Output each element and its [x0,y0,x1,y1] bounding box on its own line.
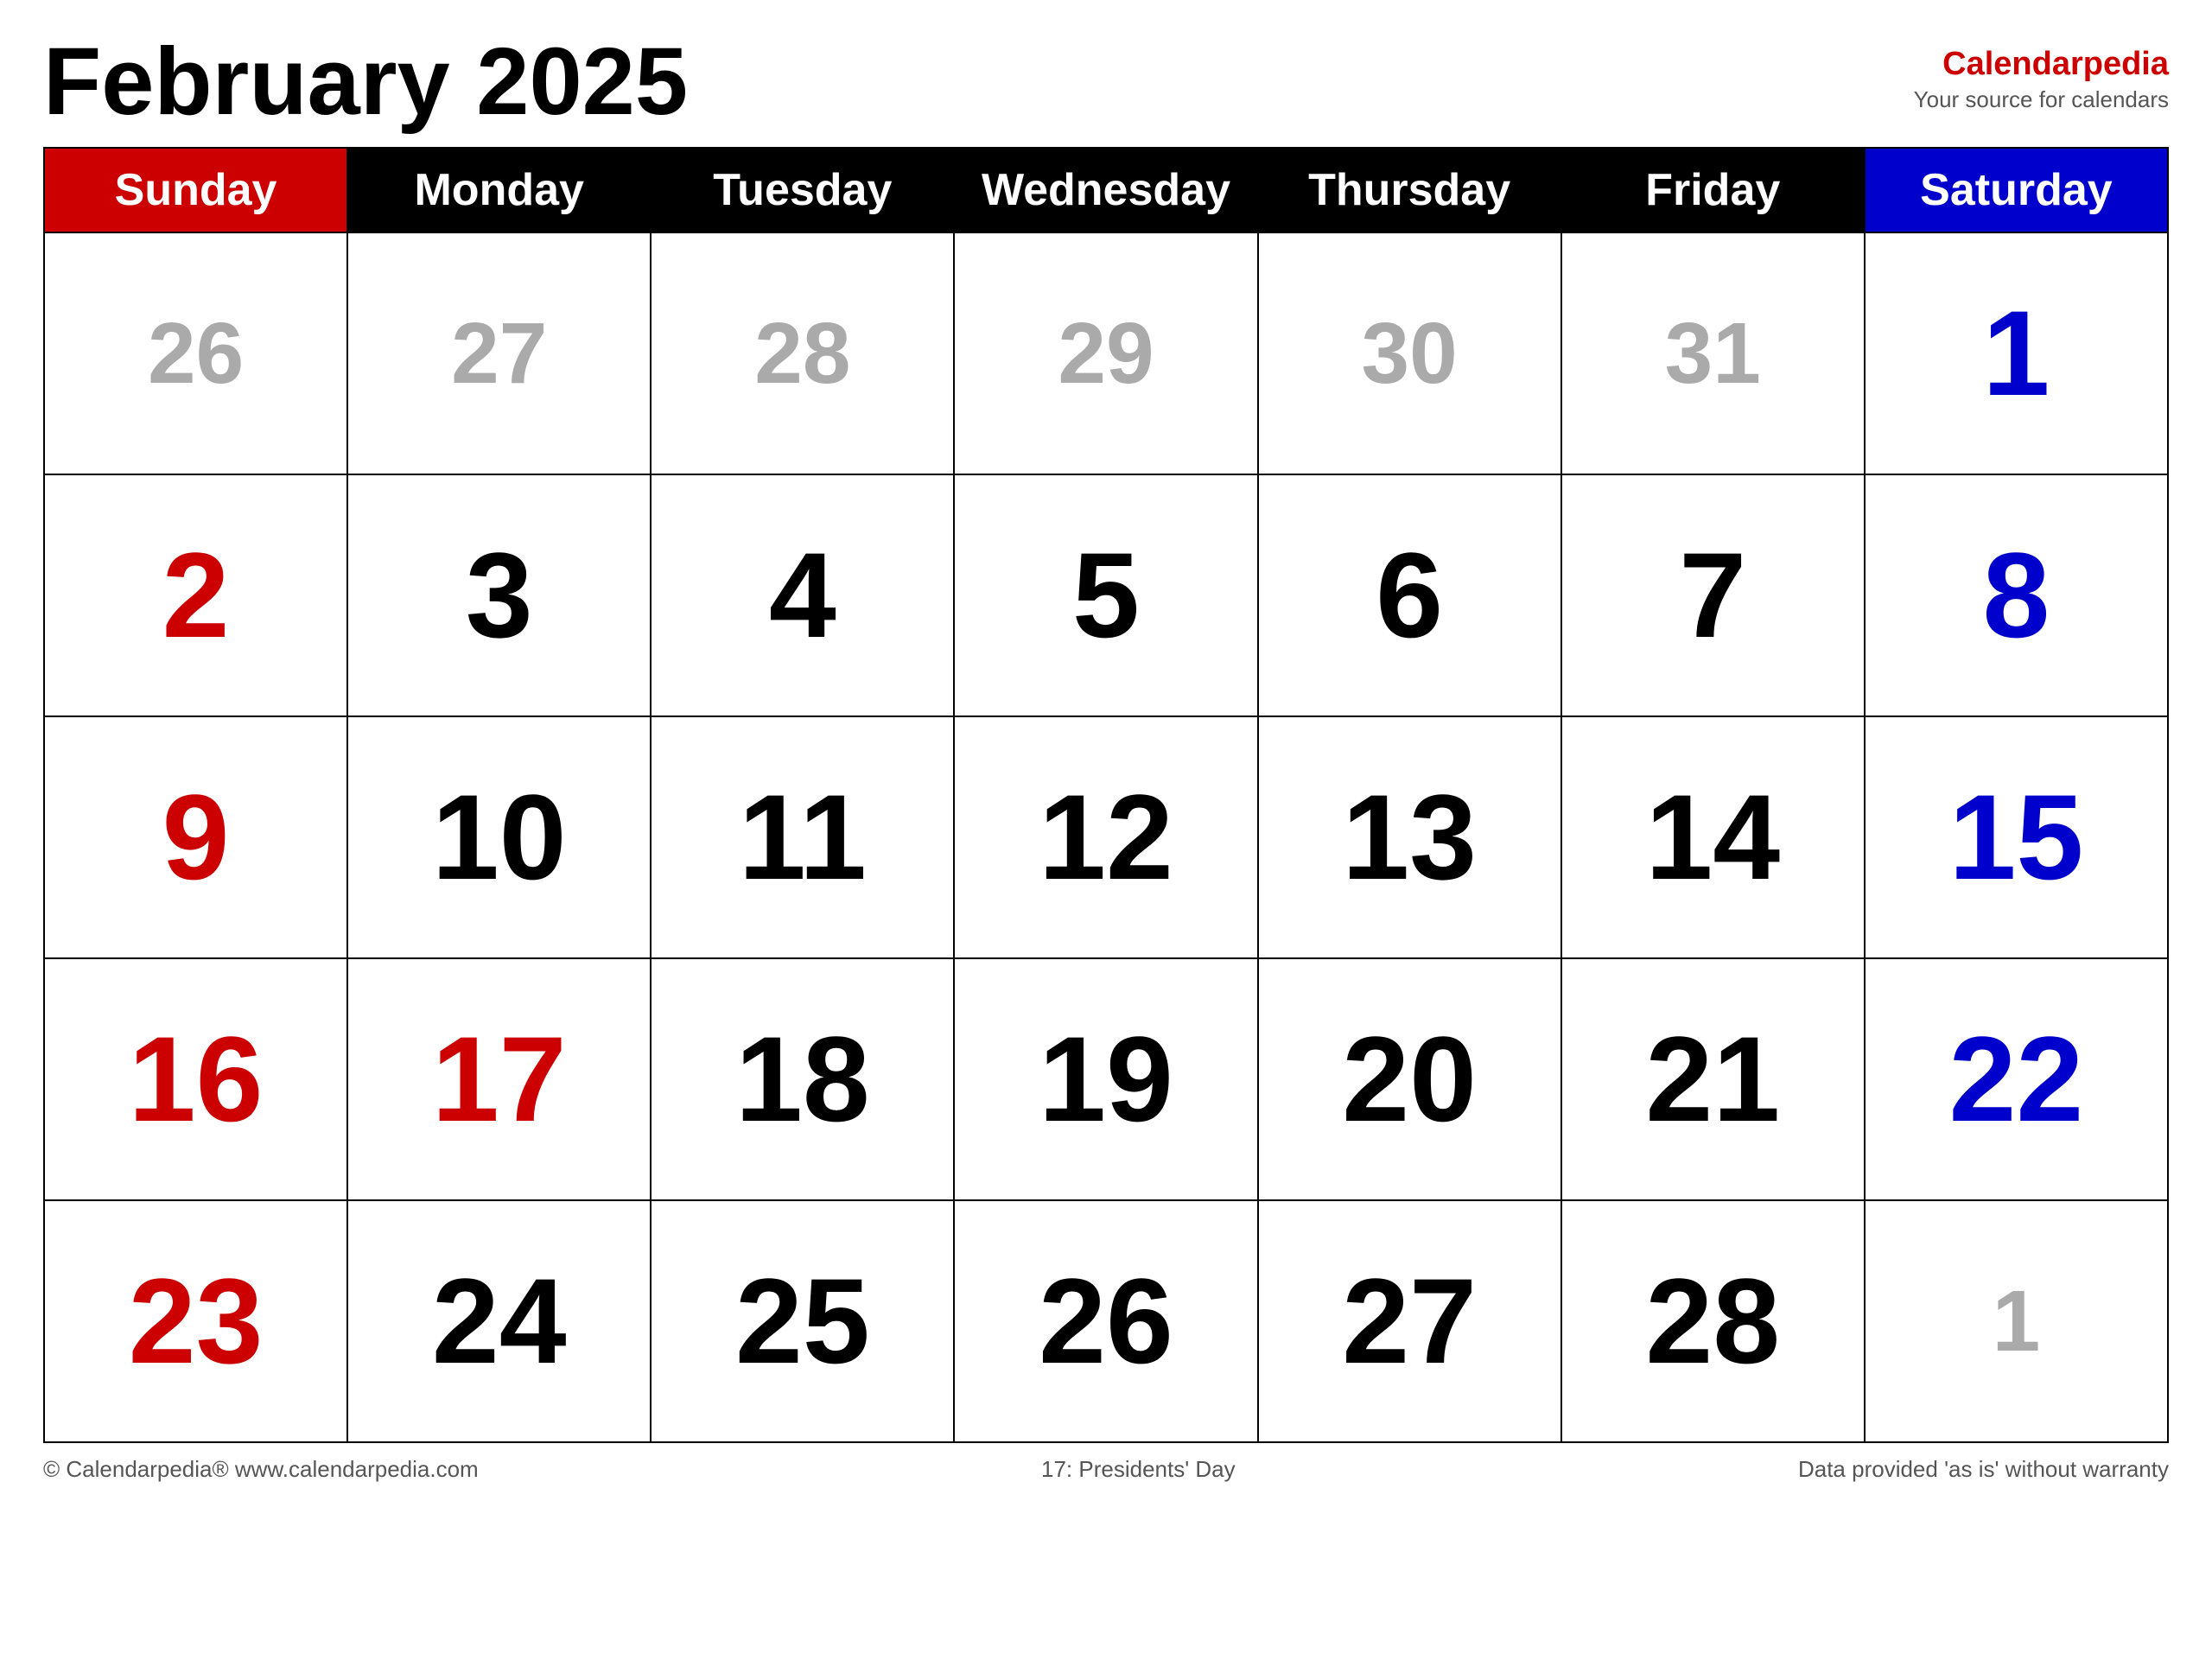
day-number: 31 [1580,246,1847,461]
day-number: 21 [1580,972,1847,1186]
calendar-cell-w5-d5[interactable]: 27 [1258,1200,1561,1442]
day-number: 19 [972,972,1239,1186]
page-header: February 2025 Calendarpedia Your source … [43,35,2169,130]
calendar-cell-w2-d7[interactable]: 8 [1865,474,2168,716]
calendar-cell-w1-d4[interactable]: 29 [954,232,1257,474]
day-number: 7 [1580,488,1847,703]
calendar-cell-w5-d4[interactable]: 26 [954,1200,1257,1442]
calendar-cell-w1-d6[interactable]: 31 [1561,232,1865,474]
day-number: 8 [1883,488,2150,703]
calendar-cell-w3-d5[interactable]: 13 [1258,716,1561,958]
calendar-cell-w2-d3[interactable]: 4 [651,474,954,716]
calendar-week-5: 2324252627281 [44,1200,2168,1442]
header-friday: Friday [1561,148,1865,232]
calendar-cell-w5-d2[interactable]: 24 [347,1200,651,1442]
calendar-cell-w4-d6[interactable]: 21 [1561,958,1865,1200]
calendar-cell-w4-d2[interactable]: 17 [347,958,651,1200]
calendar-cell-w4-d5[interactable]: 20 [1258,958,1561,1200]
day-number: 23 [62,1214,329,1428]
month-title: February 2025 [43,35,688,130]
calendar-cell-w3-d4[interactable]: 12 [954,716,1257,958]
calendar-body: 2627282930311234567891011121314151617181… [44,232,2168,1442]
day-number: 26 [972,1214,1239,1428]
day-number: 24 [365,1214,632,1428]
day-number: 3 [365,488,632,703]
day-number: 4 [669,488,936,703]
calendar-cell-w5-d1[interactable]: 23 [44,1200,347,1442]
header-sunday: Sunday [44,148,347,232]
calendar-cell-w5-d3[interactable]: 25 [651,1200,954,1442]
calendar-week-4: 16171819202122 [44,958,2168,1200]
calendar-cell-w2-d2[interactable]: 3 [347,474,651,716]
calendar-cell-w3-d3[interactable]: 11 [651,716,954,958]
header-wednesday: Wednesday [954,148,1257,232]
day-number: 17 [365,972,632,1186]
calendar-cell-w5-d7[interactable]: 1 [1865,1200,2168,1442]
calendar-cell-w1-d5[interactable]: 30 [1258,232,1561,474]
calendar-cell-w2-d6[interactable]: 7 [1561,474,1865,716]
day-number: 28 [1580,1214,1847,1428]
day-number: 20 [1276,972,1543,1186]
calendar-cell-w2-d5[interactable]: 6 [1258,474,1561,716]
calendar-cell-w1-d1[interactable]: 26 [44,232,347,474]
calendar-cell-w4-d1[interactable]: 16 [44,958,347,1200]
day-number: 15 [1883,730,2150,944]
day-number: 28 [669,246,936,461]
calendar-cell-w2-d1[interactable]: 2 [44,474,347,716]
calendar-cell-w1-d7[interactable]: 1 [1865,232,2168,474]
day-number: 27 [365,246,632,461]
day-number: 13 [1276,730,1543,944]
calendar-cell-w1-d2[interactable]: 27 [347,232,651,474]
brand-name-part2: pedia [2083,46,2169,82]
brand-name-part1: Calendar [1942,46,2083,82]
calendar-cell-w4-d4[interactable]: 19 [954,958,1257,1200]
day-number: 10 [365,730,632,944]
brand-name: Calendarpedia [1914,43,2169,86]
day-number: 18 [669,972,936,1186]
day-number: 16 [62,972,329,1186]
calendar-cell-w4-d3[interactable]: 18 [651,958,954,1200]
calendar-header-row: Sunday Monday Tuesday Wednesday Thursday… [44,148,2168,232]
calendar-week-1: 2627282930311 [44,232,2168,474]
day-number: 1 [1883,246,2150,461]
brand-logo: Calendarpedia Your source for calendars [1914,35,2169,115]
calendar-cell-w5-d6[interactable]: 28 [1561,1200,1865,1442]
day-number: 12 [972,730,1239,944]
day-number: 26 [62,246,329,461]
footer-holiday: 17: Presidents' Day [1041,1456,1236,1483]
footer-copyright: © Calendarpedia® www.calendarpedia.com [43,1456,479,1483]
calendar-cell-w3-d6[interactable]: 14 [1561,716,1865,958]
day-number: 25 [669,1214,936,1428]
calendar-cell-w3-d2[interactable]: 10 [347,716,651,958]
calendar-cell-w2-d4[interactable]: 5 [954,474,1257,716]
day-number: 22 [1883,972,2150,1186]
header-monday: Monday [347,148,651,232]
day-number: 29 [972,246,1239,461]
day-number: 1 [1883,1214,2150,1428]
day-number: 14 [1580,730,1847,944]
calendar-week-2: 2345678 [44,474,2168,716]
brand-tagline: Your source for calendars [1914,86,2169,115]
day-number: 11 [669,730,936,944]
calendar-cell-w4-d7[interactable]: 22 [1865,958,2168,1200]
day-number: 27 [1276,1214,1543,1428]
day-number: 6 [1276,488,1543,703]
calendar-cell-w3-d1[interactable]: 9 [44,716,347,958]
calendar-table: Sunday Monday Tuesday Wednesday Thursday… [43,147,2169,1443]
calendar-cell-w3-d7[interactable]: 15 [1865,716,2168,958]
calendar-cell-w1-d3[interactable]: 28 [651,232,954,474]
header-saturday: Saturday [1865,148,2168,232]
day-number: 2 [62,488,329,703]
header-thursday: Thursday [1258,148,1561,232]
day-number: 30 [1276,246,1543,461]
day-number: 5 [972,488,1239,703]
header-tuesday: Tuesday [651,148,954,232]
page-footer: © Calendarpedia® www.calendarpedia.com 1… [43,1456,2169,1483]
footer-disclaimer: Data provided 'as is' without warranty [1798,1456,2169,1483]
calendar-week-3: 9101112131415 [44,716,2168,958]
day-number: 9 [62,730,329,944]
